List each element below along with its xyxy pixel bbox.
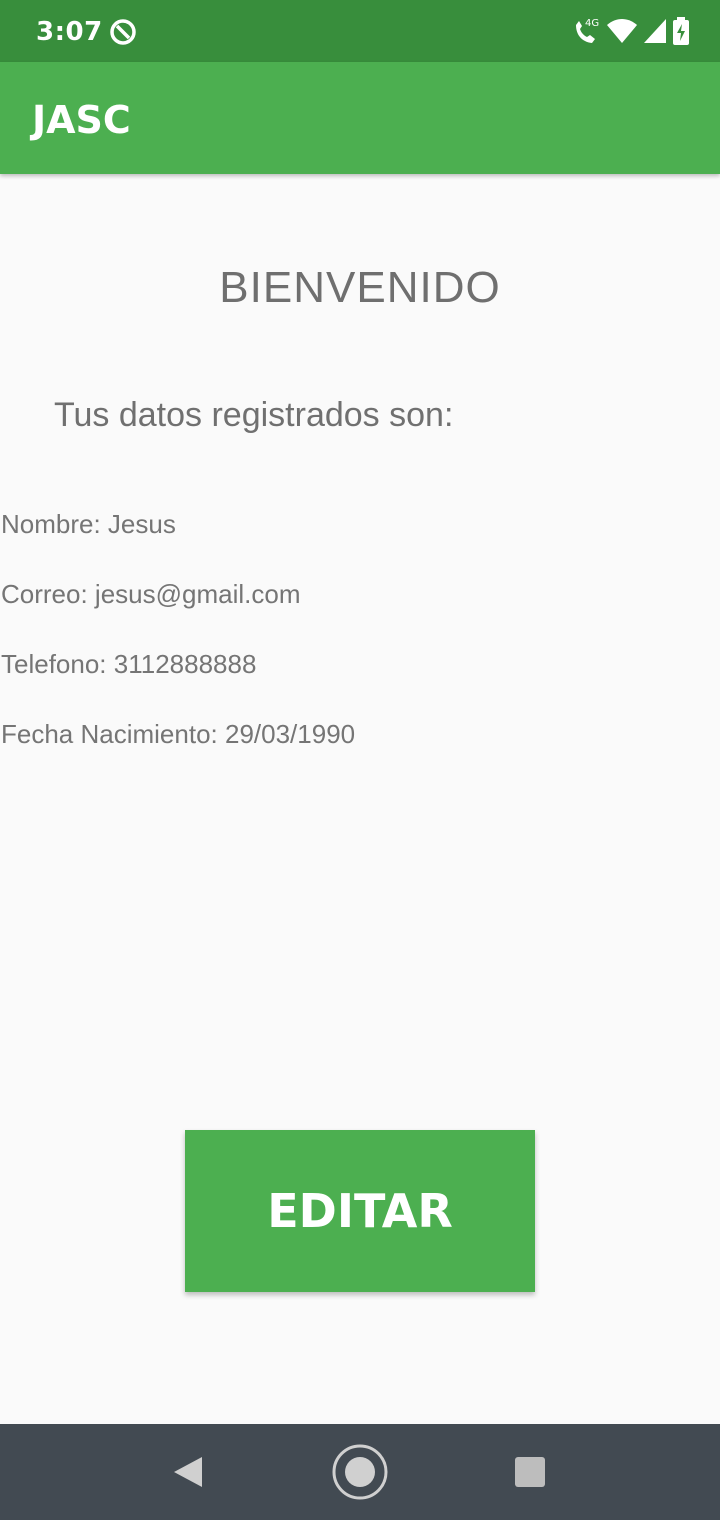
email-field: Correo: jesus@gmail.com <box>1 579 301 609</box>
birthdate-field: Fecha Nacimiento: 29/03/1990 <box>1 719 356 749</box>
back-button[interactable] <box>140 1424 236 1520</box>
battery-charging-icon <box>673 17 689 45</box>
name-field: Nombre: Jesus <box>1 509 176 539</box>
navigation-bar <box>0 1424 720 1520</box>
recents-icon <box>515 1457 545 1487</box>
registered-data-subtitle: Tus datos registrados son: <box>54 396 454 434</box>
recents-button[interactable] <box>482 1424 578 1520</box>
home-button[interactable] <box>312 1424 408 1520</box>
wifi-icon <box>607 19 637 43</box>
signal-icon <box>644 19 666 43</box>
network-type-label: 4G <box>585 18 599 29</box>
home-icon <box>332 1444 388 1500</box>
welcome-heading: BIENVENIDO <box>219 263 501 312</box>
edit-button[interactable]: EDITAR <box>185 1130 535 1292</box>
back-icon <box>174 1457 202 1487</box>
phone-field: Telefono: 3112888888 <box>1 649 257 679</box>
wifi-calling-icon: 4G <box>576 18 599 43</box>
app-title: JASC <box>32 98 131 142</box>
app-bar: JASC <box>0 62 720 174</box>
status-time: 3:07 <box>36 17 103 47</box>
status-icons: 4G <box>572 14 690 48</box>
do-not-disturb-icon <box>110 19 136 45</box>
status-bar: 3:07 4G <box>0 0 720 62</box>
